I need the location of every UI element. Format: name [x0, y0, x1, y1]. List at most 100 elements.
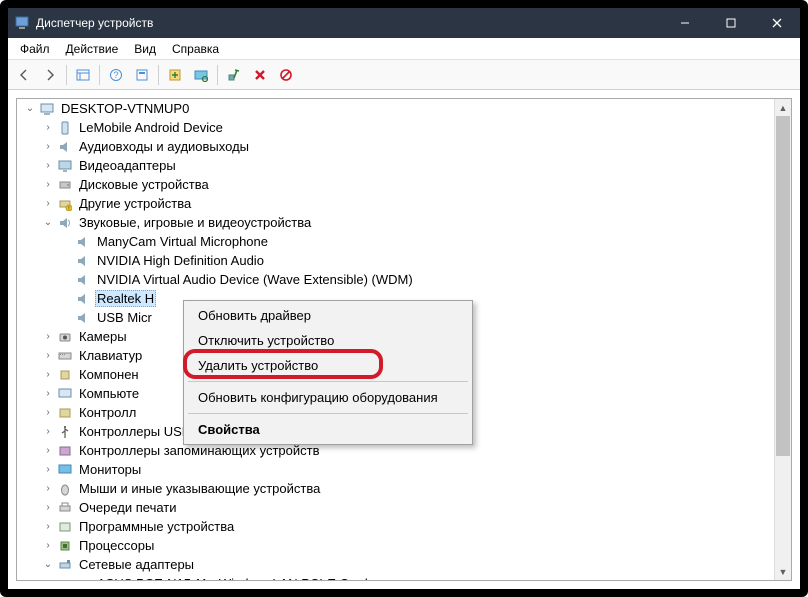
expander-closed-icon[interactable]: › [41, 178, 55, 192]
expander-closed-icon[interactable]: › [41, 330, 55, 344]
expander-closed-icon[interactable]: › [41, 121, 55, 135]
keyboard-icon [57, 348, 73, 364]
tree-category[interactable]: › Мониторы [17, 460, 791, 479]
storage-controller-icon [57, 443, 73, 459]
titlebar: Диспетчер устройств [8, 8, 800, 38]
expander-open-icon[interactable]: ⌄ [41, 558, 55, 572]
ctx-disable-device[interactable]: Отключить устройство [184, 328, 472, 353]
tree-label: Очереди печати [77, 500, 179, 515]
tree-label: LeMobile Android Device [77, 120, 225, 135]
sound-device-icon [75, 272, 91, 288]
update-driver-button[interactable] [163, 63, 187, 87]
ctx-properties[interactable]: Свойства [184, 417, 472, 442]
tree-category[interactable]: › Программные устройства [17, 517, 791, 536]
scroll-thumb[interactable] [776, 116, 790, 456]
tree-category[interactable]: › LeMobile Android Device [17, 118, 791, 137]
expander-closed-icon[interactable]: › [41, 387, 55, 401]
scan-hardware-button[interactable] [189, 63, 213, 87]
network-adapter-icon [75, 576, 91, 581]
tree-category[interactable]: › Процессоры [17, 536, 791, 555]
menu-file[interactable]: Файл [12, 40, 58, 58]
usb-controller-icon [57, 424, 73, 440]
ctx-separator [188, 381, 468, 382]
tree-label: NVIDIA Virtual Audio Device (Wave Extens… [95, 272, 415, 287]
expander-closed-icon[interactable]: › [41, 463, 55, 477]
help-button[interactable]: ? [104, 63, 128, 87]
expander-closed-icon[interactable]: › [41, 444, 55, 458]
sound-device-icon [75, 234, 91, 250]
menu-view[interactable]: Вид [126, 40, 164, 58]
enable-device-button[interactable] [222, 63, 246, 87]
expander-closed-icon[interactable]: › [41, 368, 55, 382]
tree-category[interactable]: › Мыши и иные указывающие устройства [17, 479, 791, 498]
network-adapter-icon [57, 557, 73, 573]
tree-device[interactable]: NVIDIA Virtual Audio Device (Wave Extens… [17, 270, 791, 289]
scroll-up-button[interactable]: ▲ [775, 99, 791, 116]
tree-label: USB Micr [95, 310, 154, 325]
toolbar: ? [8, 60, 800, 90]
expander-closed-icon[interactable]: › [41, 539, 55, 553]
expander-open-icon[interactable]: ⌄ [41, 216, 55, 230]
tree-category[interactable]: › Дисковые устройства [17, 175, 791, 194]
minimize-button[interactable] [662, 8, 708, 38]
tree-root[interactable]: ⌄ DESKTOP-VTNMUP0 [17, 99, 791, 118]
properties-button[interactable] [130, 63, 154, 87]
expander-open-icon[interactable]: ⌄ [23, 102, 37, 116]
expander-closed-icon[interactable]: › [41, 406, 55, 420]
back-button[interactable] [12, 63, 36, 87]
expander-closed-icon[interactable]: › [41, 482, 55, 496]
ctx-scan-hardware[interactable]: Обновить конфигурацию оборудования [184, 385, 472, 410]
display-adapter-icon [57, 158, 73, 174]
tree-device[interactable]: NVIDIA High Definition Audio [17, 251, 791, 270]
processor-icon [57, 538, 73, 554]
sound-device-icon [75, 291, 91, 307]
forward-button[interactable] [38, 63, 62, 87]
tree-label: Мониторы [77, 462, 143, 477]
close-button[interactable] [754, 8, 800, 38]
tree-category-network[interactable]: ⌄ Сетевые адаптеры [17, 555, 791, 574]
tree-label: Контроллеры USB [77, 424, 192, 439]
expander-closed-icon[interactable]: › [41, 159, 55, 173]
audio-io-icon [57, 139, 73, 155]
tree-category[interactable]: › Очереди печати [17, 498, 791, 517]
window-title: Диспетчер устройств [36, 16, 662, 30]
expander-closed-icon[interactable]: › [41, 197, 55, 211]
tree-category-sound[interactable]: ⌄ Звуковые, игровые и видеоустройства [17, 213, 791, 232]
vertical-scrollbar[interactable]: ▲ ▼ [774, 99, 791, 580]
disable-device-button[interactable] [274, 63, 298, 87]
ide-controller-icon [57, 405, 73, 421]
tree-label: Камеры [77, 329, 129, 344]
tree-category[interactable]: › Аудиовходы и аудиовыходы [17, 137, 791, 156]
software-component-icon [57, 367, 73, 383]
tree-label: Сетевые адаптеры [77, 557, 196, 572]
ctx-uninstall-device[interactable]: Удалить устройство [184, 353, 472, 378]
menu-action[interactable]: Действие [58, 40, 127, 58]
tree-category[interactable]: › Видеоадаптеры [17, 156, 791, 175]
tree-label: Аудиовходы и аудиовыходы [77, 139, 251, 154]
expander-closed-icon[interactable]: › [41, 349, 55, 363]
expander-closed-icon[interactable]: › [41, 140, 55, 154]
sound-device-icon [57, 215, 73, 231]
tree-label: Контроллеры запоминающих устройств [77, 443, 321, 458]
tree-device[interactable]: ASUS PCE-N15 11n Wireless LAN PCI-E Card [17, 574, 791, 580]
android-device-icon [57, 120, 73, 136]
uninstall-device-button[interactable] [248, 63, 272, 87]
tree-label: Процессоры [77, 538, 156, 553]
expander-closed-icon[interactable]: › [41, 425, 55, 439]
toolbar-separator [99, 65, 100, 85]
expander-closed-icon[interactable]: › [41, 501, 55, 515]
context-menu: Обновить драйвер Отключить устройство Уд… [183, 300, 473, 445]
tree-label: NVIDIA High Definition Audio [95, 253, 266, 268]
menu-help[interactable]: Справка [164, 40, 227, 58]
tree-category[interactable]: › ! Другие устройства [17, 194, 791, 213]
scroll-down-button[interactable]: ▼ [775, 563, 791, 580]
ctx-separator [188, 413, 468, 414]
maximize-button[interactable] [708, 8, 754, 38]
ctx-update-driver[interactable]: Обновить драйвер [184, 303, 472, 328]
mouse-icon [57, 481, 73, 497]
show-hide-tree-button[interactable] [71, 63, 95, 87]
tree-device[interactable]: ManyCam Virtual Microphone [17, 232, 791, 251]
expander-closed-icon[interactable]: › [41, 520, 55, 534]
software-device-icon [57, 519, 73, 535]
toolbar-separator [217, 65, 218, 85]
